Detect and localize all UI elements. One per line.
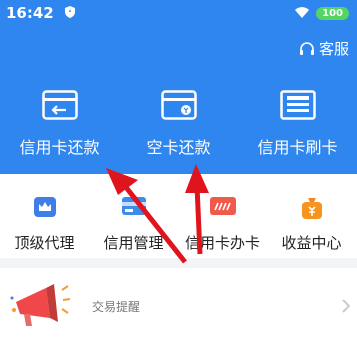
headset-icon — [299, 41, 314, 55]
feature-label: 信用卡刷卡 — [257, 138, 338, 157]
card-apply-icon — [209, 197, 236, 215]
customer-service-button[interactable]: 客服 — [299, 38, 349, 59]
crown-icon — [33, 197, 56, 217]
customer-service-label: 客服 — [318, 40, 349, 58]
feature-credit-card-swipe[interactable]: 信用卡刷卡 — [238, 90, 357, 162]
money-bag-icon — [301, 198, 322, 219]
feature-credit-card-repay[interactable]: 信用卡还款 — [0, 90, 119, 162]
service-grid: 顶级代理 信用管理 信用卡办卡 收益中心 — [0, 174, 357, 258]
grid-item-earnings-center[interactable]: 收益中心 — [267, 174, 356, 258]
feature-empty-card-repay[interactable]: 空卡还款 — [119, 90, 238, 162]
credit-card-return-icon — [41, 90, 78, 120]
card-stack-icon — [121, 197, 146, 215]
shield-icon — [65, 6, 75, 18]
grid-item-label: 信用管理 — [103, 234, 164, 252]
feature-label: 空卡还款 — [146, 138, 211, 157]
transaction-reminder-row[interactable]: 交易提醒 — [0, 268, 357, 348]
header-banner: 16:42 100 客服 信用卡还款 空卡还款 信用卡刷卡 — [0, 0, 357, 174]
status-time: 16:42 — [6, 4, 54, 22]
grid-item-card-apply[interactable]: 信用卡办卡 — [178, 174, 267, 258]
feature-label: 信用卡还款 — [19, 138, 100, 157]
grid-item-label: 收益中心 — [281, 234, 342, 252]
card-payment-icon — [160, 90, 197, 120]
feature-row: 信用卡还款 空卡还款 信用卡刷卡 — [0, 90, 357, 162]
pos-terminal-icon — [279, 90, 316, 120]
megaphone-icon — [10, 284, 71, 326]
grid-item-label: 顶级代理 — [14, 234, 75, 252]
grid-item-label: 信用卡办卡 — [184, 234, 260, 252]
grid-item-credit-management[interactable]: 信用管理 — [89, 174, 178, 258]
wifi-icon — [295, 7, 310, 19]
battery-indicator: 100 — [316, 6, 349, 20]
chevron-right-icon — [342, 299, 351, 313]
grid-item-top-agent[interactable]: 顶级代理 — [0, 174, 89, 258]
status-indicators: 100 — [294, 5, 349, 21]
transaction-reminder-label: 交易提醒 — [92, 300, 141, 314]
status-bar: 16:42 100 — [0, 0, 357, 28]
